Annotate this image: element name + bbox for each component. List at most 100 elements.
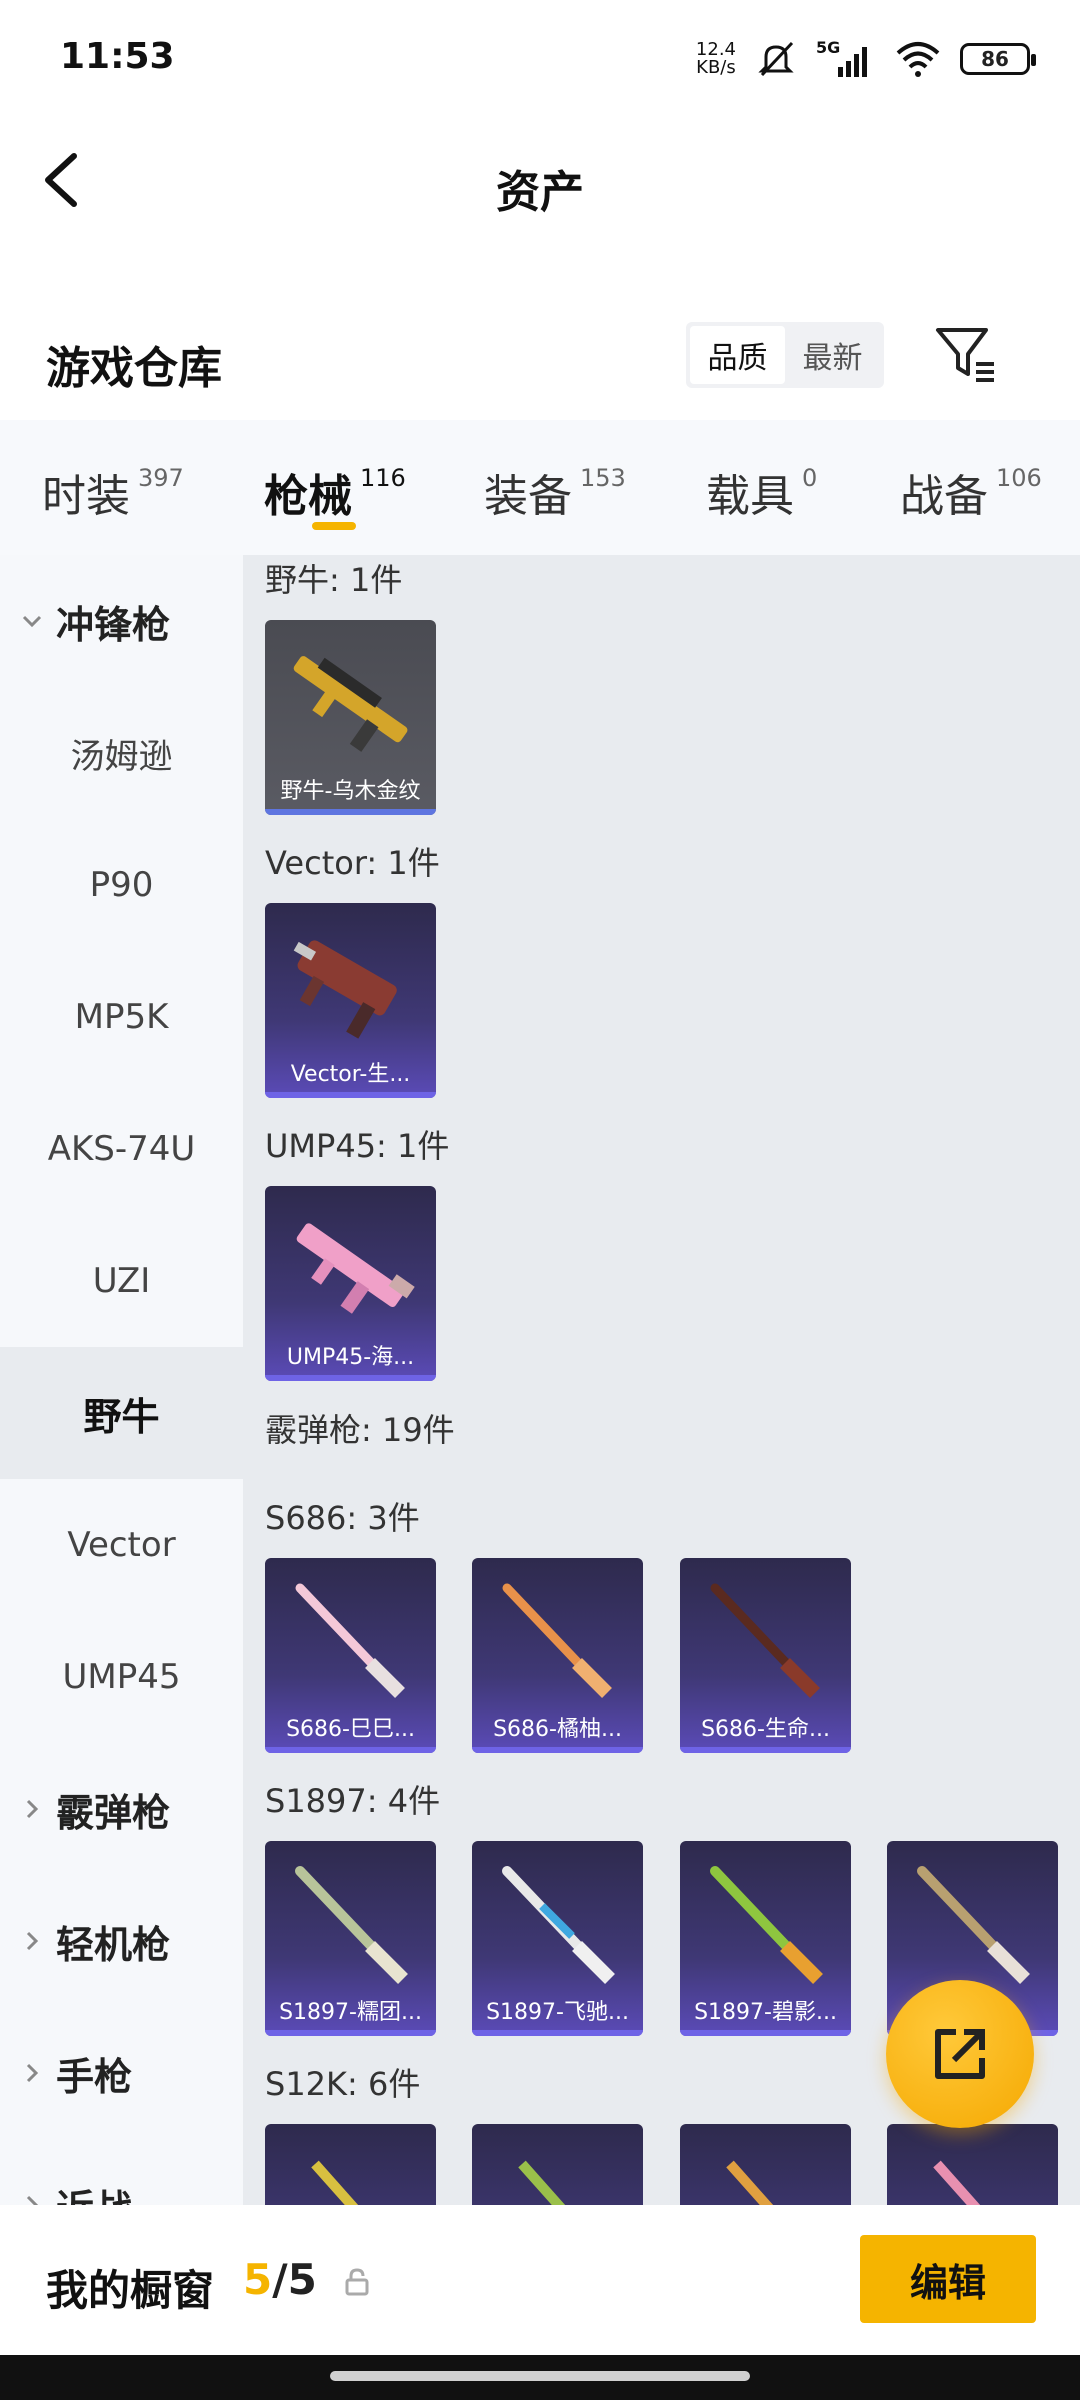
sidebar-item-vector[interactable]: Vector: [0, 1479, 243, 1611]
sidebar-item-label: P90: [89, 865, 154, 905]
tab-guns[interactable]: 枪械 116: [264, 460, 406, 524]
warehouse-title: 游戏仓库: [46, 343, 222, 394]
quality-bar: [472, 2030, 643, 2036]
sidebar-item-label: UMP45: [62, 1657, 181, 1697]
chevron-right-icon: [26, 1931, 39, 1951]
quality-bar: [265, 1375, 436, 1381]
sidebar-item-bizon[interactable]: 野牛: [0, 1347, 243, 1479]
weapon-card[interactable]: S1897-飞驰...: [472, 1841, 643, 2036]
sidebar-item-thompson[interactable]: 汤姆逊: [0, 687, 243, 819]
weapon-image-icon: [502, 1866, 615, 1984]
sidebar-item-uzi[interactable]: UZI: [0, 1215, 243, 1347]
quality-bar: [680, 2030, 851, 2036]
tab-label: 时装: [42, 471, 130, 522]
weapon-card[interactable]: S1897-碧影...: [680, 1841, 851, 2036]
home-indicator[interactable]: [330, 2371, 750, 2381]
group-label: S686: 3件: [265, 1499, 420, 1537]
sidebar-group-pistol[interactable]: 手枪: [0, 2007, 243, 2139]
weapon-image-icon: [933, 2160, 981, 2205]
sidebar-item-ump45[interactable]: UMP45: [0, 1611, 243, 1743]
sort-option-newest[interactable]: 最新: [785, 326, 880, 384]
sidebar-item-mp5k[interactable]: MP5K: [0, 951, 243, 1083]
weapon-card[interactable]: S686-生命...: [680, 1558, 851, 1753]
weapon-image-icon: [710, 1583, 820, 1698]
weapon-card-label: S686-生命...: [701, 1717, 830, 1742]
sidebar-item-label: 轻机枪: [56, 1922, 171, 1967]
weapon-card-label: S1897-飞驰...: [486, 2000, 629, 2025]
header: 资产: [0, 120, 1080, 240]
mute-icon: [758, 41, 794, 77]
weapon-image-icon: [296, 1223, 415, 1314]
weapon-card-label: Vector-生...: [290, 1062, 411, 1087]
weapon-card[interactable]: [680, 2124, 851, 2205]
tab-equipment[interactable]: 装备 153: [484, 460, 626, 524]
quality-bar: [265, 2030, 436, 2036]
sidebar-item-label: 汤姆逊: [70, 736, 173, 777]
sidebar-group-lmg[interactable]: 轻机枪: [0, 1875, 243, 2007]
weapon-card[interactable]: S686-橘柚...: [472, 1558, 643, 1753]
status-bar: 11:53 12.4 KB/s 5G 86: [0, 0, 1080, 120]
tab-count: 153: [580, 464, 626, 492]
weapon-card-label: S686-橘柚...: [493, 1717, 622, 1742]
chevron-right-icon: [26, 2063, 39, 2083]
quality-bar: [265, 1092, 436, 1098]
weapon-list: 野牛: 1件 野牛-乌木金纹 Vector: 1件 Vector-生... UM…: [243, 555, 1080, 2205]
net-speed-unit: KB/s: [696, 57, 736, 78]
sort-toggle: 品质 最新: [686, 322, 884, 388]
tab-label: 载具: [706, 471, 794, 522]
wifi-icon: [896, 42, 940, 77]
filter-icon[interactable]: [934, 324, 998, 388]
status-time: 11:53: [60, 36, 175, 77]
quality-bar: [472, 1747, 643, 1753]
tab-label: 装备: [484, 471, 572, 522]
system-nav-bar: [0, 2355, 1080, 2400]
sidebar-item-aks74u[interactable]: AKS-74U: [0, 1083, 243, 1215]
group-label: S12K: 6件: [265, 2065, 421, 2103]
weapon-image-icon: [502, 1583, 612, 1698]
sidebar-item-p90[interactable]: P90: [0, 819, 243, 951]
sidebar-group-shotgun[interactable]: 霰弹枪: [0, 1743, 243, 1875]
signal-icon: 5G: [816, 38, 867, 77]
weapon-image-icon: [295, 1583, 405, 1698]
weapon-image-icon: [518, 2160, 566, 2205]
weapon-card[interactable]: [265, 2124, 436, 2205]
sidebar-item-label: Vector: [67, 1525, 176, 1565]
quality-bar: [680, 1747, 851, 1753]
sidebar-item-label: 手枪: [56, 2054, 133, 2099]
weapon-image-icon: [311, 2160, 359, 2205]
active-tab-indicator: [312, 522, 356, 530]
sort-option-quality[interactable]: 品质: [690, 326, 785, 384]
tab-fashion[interactable]: 时装 397: [42, 460, 184, 524]
tab-count: 116: [360, 464, 406, 492]
sidebar-item-label: MP5K: [74, 997, 169, 1037]
tab-label: 战备: [900, 471, 988, 522]
weapon-image-icon: [726, 2160, 774, 2205]
category-tabs: 时装 397 枪械 116 装备 153 载具 0 战备 106: [0, 420, 1080, 555]
sidebar-group-smg[interactable]: 冲锋枪: [0, 555, 243, 687]
network-label: 5G: [816, 38, 840, 57]
status-icons: 12.4 KB/s 5G 86: [696, 34, 1036, 84]
share-button[interactable]: [886, 1980, 1034, 2128]
sidebar-group-melee[interactable]: 近战: [0, 2139, 243, 2205]
weapon-card[interactable]: [887, 2124, 1058, 2205]
chevron-down-icon: [22, 615, 42, 628]
weapon-category-sidebar: 冲锋枪 汤姆逊 P90 MP5K AKS-74U UZI 野牛 Vector U…: [0, 555, 243, 2205]
group-label: UMP45: 1件: [265, 1127, 450, 1165]
sidebar-item-label: 近战: [56, 2178, 132, 2206]
weapon-card[interactable]: 野牛-乌木金纹: [265, 620, 436, 815]
weapon-card[interactable]: Vector-生...: [265, 903, 436, 1098]
weapon-card[interactable]: [472, 2124, 643, 2205]
sidebar-item-label: 野牛: [83, 1394, 160, 1439]
page-title: 资产: [496, 167, 584, 218]
showcase-bar: 我的橱窗 5/5 编辑: [0, 2205, 1080, 2355]
group-label: S1897: 4件: [265, 1782, 441, 1820]
weapon-card[interactable]: S1897-糯团...: [265, 1841, 436, 2036]
weapon-card[interactable]: S686-巳巳...: [265, 1558, 436, 1753]
tab-vehicles[interactable]: 载具 0: [706, 460, 817, 524]
sidebar-item-label: 冲锋枪: [56, 602, 171, 647]
tab-combat-gear[interactable]: 战备 106: [900, 460, 1042, 524]
sidebar-item-label: UZI: [92, 1261, 151, 1301]
group-label: 霰弹枪: 19件: [265, 1411, 455, 1449]
weapon-card[interactable]: UMP45-海...: [265, 1186, 436, 1381]
edit-button[interactable]: 编辑: [860, 2235, 1036, 2323]
